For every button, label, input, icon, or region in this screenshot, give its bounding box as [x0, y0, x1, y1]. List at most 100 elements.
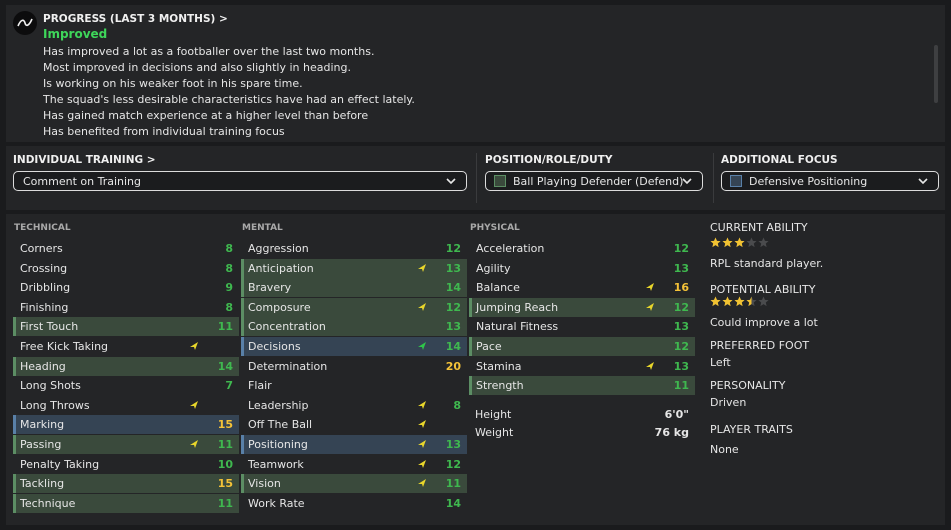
attribute-row-penalty-taking[interactable]: Penalty Taking 10	[13, 455, 239, 474]
attribute-name: Anticipation	[248, 261, 314, 275]
individual-training-label[interactable]: INDIVIDUAL TRAINING >	[13, 154, 156, 166]
attribute-value: 11	[217, 320, 233, 334]
progress-scrollbar[interactable]	[934, 45, 938, 103]
progress-list: Has improved a lot as a footballer over …	[43, 44, 923, 140]
attribute-row-marking[interactable]: Marking 15	[13, 415, 239, 435]
yellow-trend-arrow-icon	[417, 459, 427, 472]
attribute-row-decisions[interactable]: Decisions 14	[241, 337, 467, 356]
attribute-row-tackling[interactable]: Tackling 15	[13, 474, 239, 494]
preferred-foot-label: PREFERRED FOOT	[710, 339, 810, 352]
star-icon	[710, 237, 721, 248]
attribute-row-work-rate[interactable]: Work Rate 14	[241, 494, 467, 513]
yellow-trend-arrow-icon	[189, 341, 199, 354]
progress-line: The squad's less desirable characteristi…	[43, 93, 415, 106]
attribute-row-agility[interactable]: Agility 13	[469, 259, 695, 278]
attribute-row-technique[interactable]: Technique 11	[13, 493, 239, 513]
attribute-row-natural-fitness[interactable]: Natural Fitness 13	[469, 317, 695, 336]
attribute-name: Jumping Reach	[476, 300, 559, 314]
attribute-row-bravery[interactable]: Bravery 14	[241, 278, 467, 298]
role-value: Ball Playing Defender (Defend)	[513, 175, 684, 188]
star-icon	[758, 237, 769, 248]
attribute-row-concentration[interactable]: Concentration 13	[241, 317, 467, 337]
preferred-foot-value: Left	[710, 356, 731, 369]
attribute-name: Pace	[476, 340, 502, 353]
attribute-row-leadership[interactable]: Leadership 8	[241, 396, 467, 415]
attribute-name: Vision	[248, 477, 281, 491]
attribute-row-free-kick-taking[interactable]: Free Kick Taking	[13, 337, 239, 356]
attribute-row-determination[interactable]: Determination 20	[241, 357, 467, 376]
attribute-row-teamwork[interactable]: Teamwork 12	[241, 455, 467, 474]
star-icon	[734, 296, 745, 307]
potential-ability-stars	[710, 296, 770, 307]
potential-ability-text: Could improve a lot	[710, 316, 818, 329]
star-icon	[722, 237, 733, 248]
yellow-trend-arrow-icon	[417, 400, 427, 413]
attribute-row-balance[interactable]: Balance 16	[469, 278, 695, 297]
attribute-row-long-shots[interactable]: Long Shots 7	[13, 376, 239, 395]
attribute-name: Marking	[20, 418, 65, 432]
attribute-row-long-throws[interactable]: Long Throws	[13, 396, 239, 415]
attribute-name: Penalty Taking	[20, 457, 100, 471]
potential-ability-label: POTENTIAL ABILITY	[710, 283, 816, 296]
progress-status: Improved	[43, 27, 108, 41]
attribute-row-finishing[interactable]: Finishing 8	[13, 298, 239, 317]
attribute-row-composure[interactable]: Composure 12	[241, 297, 467, 317]
attribute-row-heading[interactable]: Heading 14	[13, 356, 239, 376]
attribute-value: 14	[445, 281, 461, 295]
star-icon	[734, 237, 745, 248]
star-icon	[722, 296, 733, 307]
attribute-name: Natural Fitness	[476, 320, 559, 334]
attribute-value: 15	[217, 418, 233, 432]
attribute-row-aggression[interactable]: Aggression 12	[241, 239, 467, 258]
progress-chart-icon	[13, 11, 37, 35]
attribute-name: Concentration	[248, 320, 326, 334]
attribute-name: Stamina	[476, 359, 522, 373]
attribute-row-vision[interactable]: Vision 11	[241, 474, 467, 494]
yellow-trend-arrow-icon	[417, 419, 427, 432]
height-row: Height 6'0"	[469, 406, 695, 424]
attribute-row-off-the-ball[interactable]: Off The Ball	[241, 415, 467, 434]
chevron-down-icon	[446, 178, 456, 185]
additional-focus-dropdown[interactable]: Defensive Positioning	[721, 171, 939, 191]
attribute-name: Balance	[476, 281, 520, 295]
training-controls: INDIVIDUAL TRAINING > Comment on Trainin…	[6, 146, 945, 210]
star-icon	[710, 296, 721, 307]
attribute-value: 20	[445, 359, 461, 373]
individual-training-dropdown[interactable]: Comment on Training	[13, 171, 467, 191]
yellow-trend-arrow-icon	[189, 400, 199, 413]
weight-row: Weight 76 kg	[469, 424, 695, 442]
attribute-value: 13	[445, 438, 461, 451]
attribute-row-crossing[interactable]: Crossing 8	[13, 259, 239, 278]
progress-line: Most improved in decisions and also slig…	[43, 61, 351, 74]
progress-line: Has benefited from individual training f…	[43, 125, 285, 138]
attribute-row-corners[interactable]: Corners 8	[13, 239, 239, 258]
height-value: 6'0"	[664, 408, 689, 421]
attribute-row-stamina[interactable]: Stamina 13	[469, 357, 695, 376]
attribute-value: 13	[673, 320, 689, 334]
attribute-row-flair[interactable]: Flair	[241, 376, 467, 395]
attribute-value: 8	[225, 242, 233, 255]
attribute-row-positioning[interactable]: Positioning 13	[241, 435, 467, 454]
attribute-name: Aggression	[248, 242, 309, 255]
attribute-value: 12	[673, 300, 689, 314]
progress-title-link[interactable]: PROGRESS (LAST 3 MONTHS) >	[43, 13, 228, 25]
attribute-name: Positioning	[248, 438, 308, 451]
attribute-row-acceleration[interactable]: Acceleration 12	[469, 239, 695, 258]
attribute-row-jumping-reach[interactable]: Jumping Reach 12	[469, 297, 695, 317]
attribute-value: 13	[445, 261, 461, 275]
additional-focus-value: Defensive Positioning	[749, 175, 868, 188]
attribute-name: Tackling	[20, 477, 65, 491]
attribute-row-pace[interactable]: Pace 12	[469, 337, 695, 356]
attribute-row-strength[interactable]: Strength 11	[469, 376, 695, 396]
attribute-name: Determination	[248, 359, 328, 373]
role-dropdown[interactable]: Ball Playing Defender (Defend)	[485, 171, 703, 191]
attribute-row-first-touch[interactable]: First Touch 11	[13, 317, 239, 337]
attribute-value: 8	[453, 398, 461, 412]
attribute-row-passing[interactable]: Passing 11	[13, 435, 239, 454]
current-ability-stars	[710, 237, 770, 248]
attribute-value: 13	[673, 261, 689, 275]
attribute-value: 8	[225, 300, 233, 314]
personality-label: PERSONALITY	[710, 379, 786, 392]
attribute-row-dribbling[interactable]: Dribbling 9	[13, 278, 239, 297]
attribute-row-anticipation[interactable]: Anticipation 13	[241, 258, 467, 278]
